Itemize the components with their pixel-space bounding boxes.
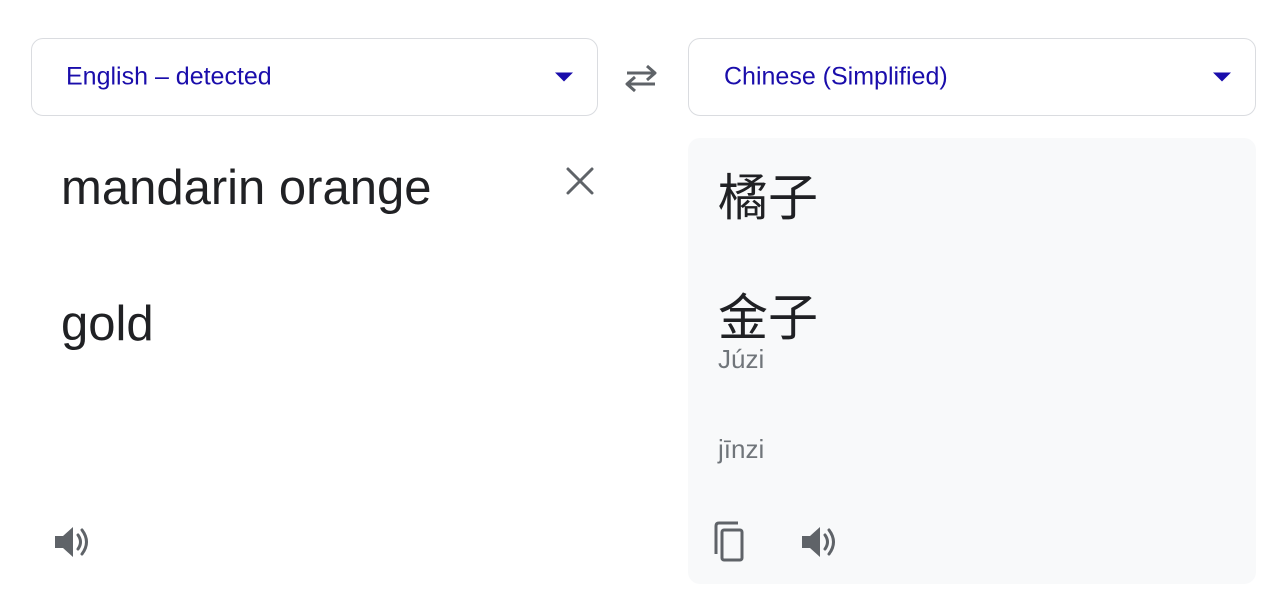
speaker-icon (55, 527, 88, 557)
translation-line: 橘子 (718, 170, 818, 226)
transliteration: jīnzi (718, 434, 765, 464)
source-text-area[interactable]: mandarin orange gold (31, 138, 598, 584)
source-language-select[interactable]: English – detected (31, 38, 598, 116)
chevron-down-icon (555, 72, 573, 82)
close-icon (566, 167, 594, 195)
swap-languages-button[interactable] (622, 61, 660, 95)
chevron-down-icon (1213, 72, 1231, 82)
swap-arrows-icon (625, 64, 657, 93)
listen-translation-button[interactable] (800, 524, 840, 560)
copy-translation-button[interactable] (710, 520, 750, 564)
clear-text-button[interactable] (565, 166, 595, 196)
source-language-label: English – detected (66, 62, 272, 91)
translation-panel: 橘子 金子 Júzi jīnzi (688, 138, 1256, 584)
target-language-label: Chinese (Simplified) (724, 62, 948, 91)
speaker-icon (802, 527, 835, 557)
target-language-select[interactable]: Chinese (Simplified) (688, 38, 1256, 116)
source-text-line: mandarin orange (61, 161, 432, 215)
source-text-line: gold (61, 297, 154, 351)
listen-source-button[interactable] (53, 524, 93, 560)
transliteration: Júzi (718, 344, 765, 374)
copy-icon (714, 521, 744, 562)
translation-line: 金子 (718, 290, 818, 346)
